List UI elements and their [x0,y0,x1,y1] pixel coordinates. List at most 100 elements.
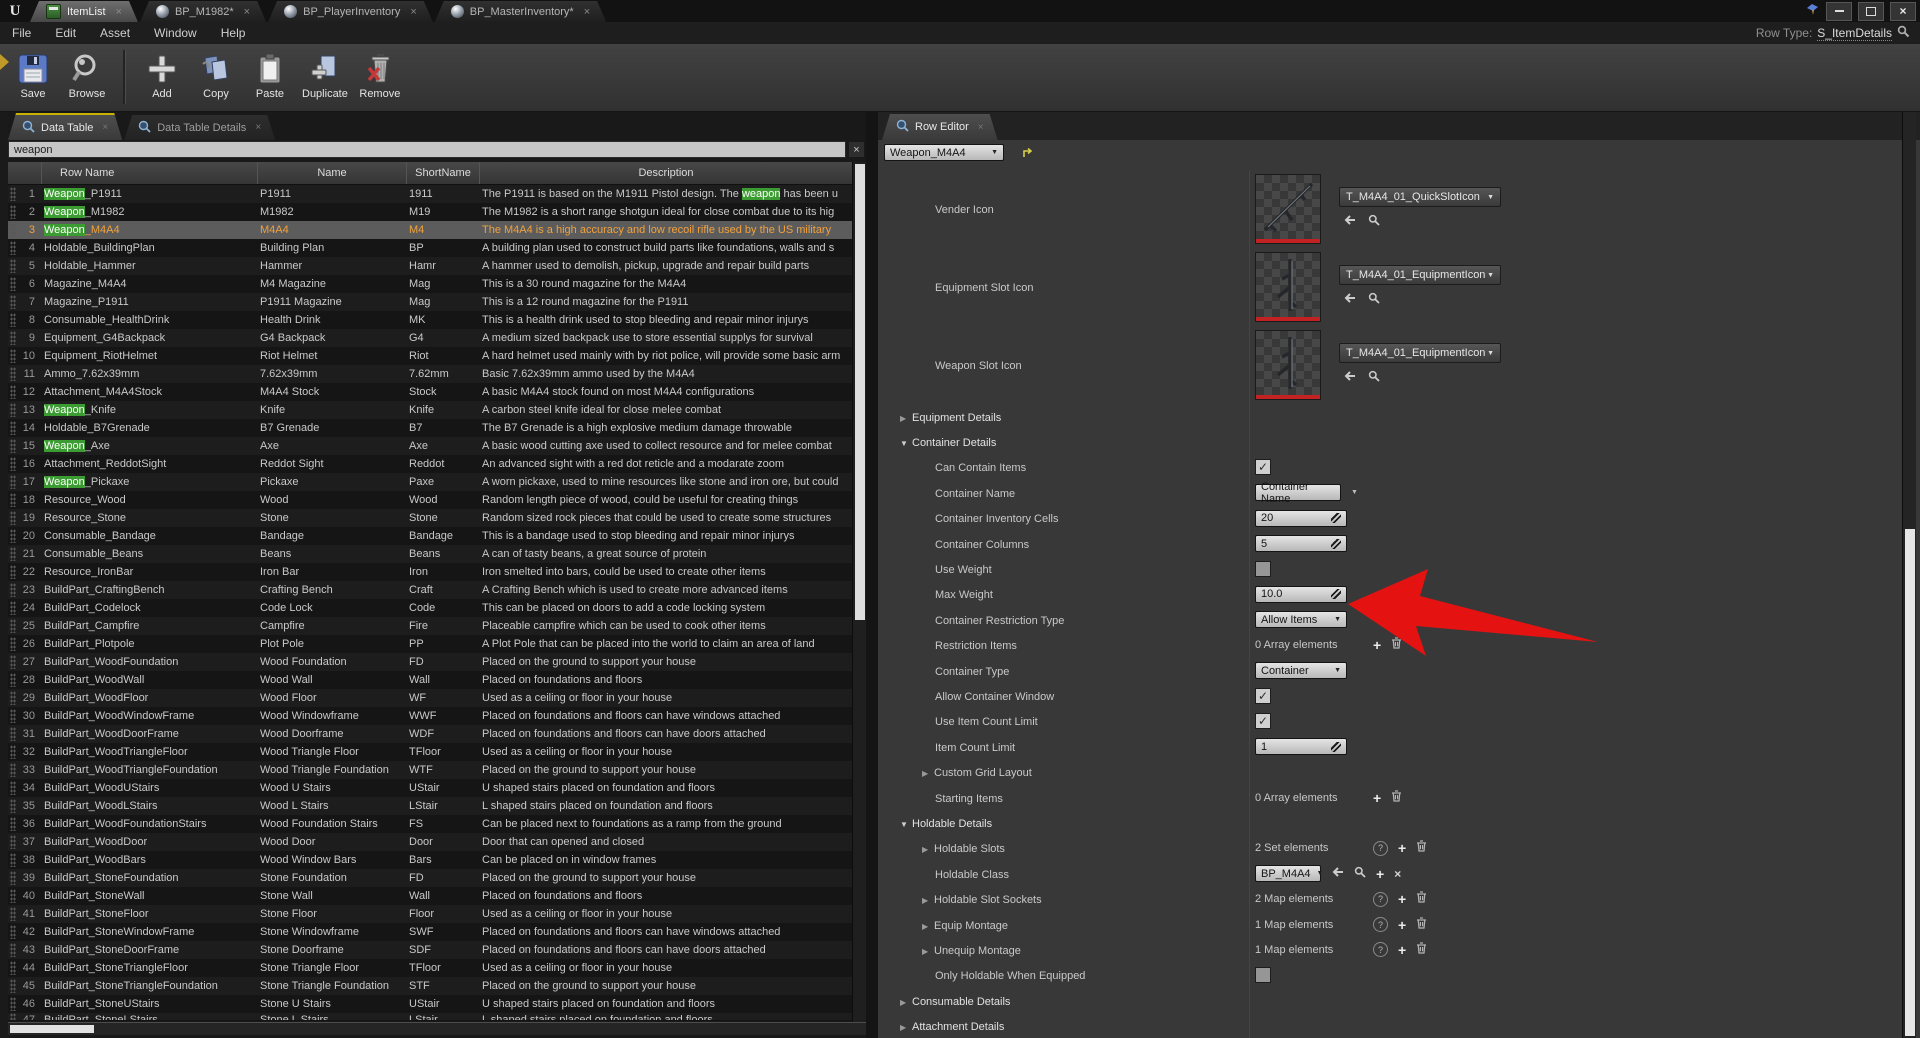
table-row[interactable]: 28BuildPart_WoodWallWood WallWallPlaced … [8,671,852,689]
property-row-container-inventory-cells[interactable]: Container Inventory Cells20 [878,506,1902,531]
scrollbar-thumb[interactable] [855,164,865,620]
table-row[interactable]: 26BuildPart_PlotpolePlot PolePPA Plot Po… [8,635,852,653]
property-row-unequip-montage[interactable]: ▶Unequip Montage1 Map elements?+ [878,937,1902,962]
table-row[interactable]: 32BuildPart_WoodTriangleFloorWood Triang… [8,743,852,761]
asset-thumbnail[interactable] [1255,174,1321,244]
menu-item-edit[interactable]: Edit [43,26,88,40]
duplicate-button[interactable]: Duplicate [302,50,348,104]
close-icon[interactable]: × [102,122,108,133]
table-row[interactable]: 12Attachment_M4A4StockM4A4 StockStockA b… [8,383,852,401]
delete-elements-icon[interactable] [1391,636,1402,654]
table-row[interactable]: 35BuildPart_WoodLStairsWood L StairsLSta… [8,797,852,815]
collapse-arrow-icon[interactable]: ▼ [900,820,912,829]
property-row-only-holdable-when-equipped[interactable]: Only Holdable When Equipped [878,963,1902,988]
delete-elements-icon[interactable] [1416,916,1427,934]
details-vertical-scrollbar[interactable] [1902,112,1916,1038]
table-row[interactable]: 25BuildPart_CampfireCampfireFirePlaceabl… [8,617,852,635]
table-row[interactable]: 3Weapon_M4A4M4A4M4The M4A4 is a high acc… [8,221,852,239]
table-row[interactable]: 43BuildPart_StoneDoorFrameStone Doorfram… [8,941,852,959]
close-icon[interactable]: × [116,6,122,18]
close-icon[interactable]: × [410,6,416,18]
property-row-holdable-details[interactable]: ▼Holdable Details [878,810,1902,835]
expand-arrow-icon[interactable]: ▶ [922,769,934,778]
add-element-icon[interactable]: + [1373,639,1381,651]
asset-dropdown[interactable]: T_M4A4_01_EquipmentIcon▼ [1339,343,1501,363]
menu-item-asset[interactable]: Asset [88,26,142,40]
use-selected-asset-icon[interactable] [1343,369,1356,387]
property-row-equipment-details[interactable]: ▶Equipment Details [878,404,1902,429]
property-row-container-columns[interactable]: Container Columns5 [878,531,1902,556]
add-button[interactable]: Add [140,50,184,104]
close-button[interactable]: × [1890,2,1916,21]
table-row[interactable]: 40BuildPart_StoneWallStone WallWallPlace… [8,887,852,905]
search-icon[interactable] [1897,25,1910,41]
add-element-icon[interactable]: + [1398,893,1406,905]
table-row[interactable]: 9Equipment_G4BackpackG4 BackpackG4A medi… [8,329,852,347]
paste-button[interactable]: Paste [248,50,292,104]
copy-button[interactable]: Copy [194,50,238,104]
add-element-icon[interactable]: + [1398,842,1406,854]
browse-to-asset-icon[interactable] [1368,213,1380,231]
column-header-row-name[interactable]: Row Name [42,162,258,184]
spin-drag-icon[interactable] [1331,539,1341,549]
tab-row-editor[interactable]: Row Editor × [882,114,998,140]
help-icon[interactable]: ? [1373,917,1388,932]
close-icon[interactable]: × [584,6,590,18]
column-header-description[interactable]: Description [480,162,852,184]
table-row[interactable]: 37BuildPart_WoodDoorWood DoorDoorDoor th… [8,833,852,851]
row-type-value[interactable]: S_ItemDetails [1817,26,1892,41]
table-row[interactable]: 14Holdable_B7GrenadeB7 GrenadeB7The B7 G… [8,419,852,437]
expand-arrow-icon[interactable]: ▶ [922,922,934,931]
property-row-use-item-count-limit[interactable]: Use Item Count Limit✓ [878,709,1902,734]
window-tab-bp-playerinventory[interactable]: BP_PlayerInventory× [268,1,433,22]
delete-elements-icon[interactable] [1416,890,1427,908]
search-clear-button[interactable]: × [849,142,864,157]
table-row[interactable]: 36BuildPart_WoodFoundationStairsWood Fou… [8,815,852,833]
expand-arrow-icon[interactable]: ▶ [900,414,912,423]
property-row-max-weight[interactable]: Max Weight10.0 [878,582,1902,607]
property-row-equip-montage[interactable]: ▶Equip Montage1 Map elements?+ [878,912,1902,937]
table-row[interactable]: 33BuildPart_WoodTriangleFoundationWood T… [8,761,852,779]
table-row[interactable]: 22Resource_IronBarIron BarIronIron smelt… [8,563,852,581]
collapse-arrow-icon[interactable]: ▼ [900,439,912,448]
add-element-icon[interactable]: + [1376,868,1384,880]
property-row-vender-icon[interactable]: Vender IconT_M4A4_01_QuickSlotIcon▼ [878,170,1902,248]
table-row[interactable]: 44BuildPart_StoneTriangleFloorStone Tria… [8,959,852,977]
property-row-use-weight[interactable]: Use Weight [878,556,1902,581]
property-row-consumable-details[interactable]: ▶Consumable Details [878,988,1902,1013]
menu-item-help[interactable]: Help [209,26,258,40]
add-element-icon[interactable]: + [1398,919,1406,931]
table-row[interactable]: 13Weapon_KnifeKnifeKnifeA carbon steel k… [8,401,852,419]
property-row-restriction-items[interactable]: Restriction Items0 Array elements+ [878,633,1902,658]
property-row-container-name[interactable]: Container NameContainer Name▼ [878,480,1902,505]
table-row[interactable]: 2Weapon_M1982M1982M19The M1982 is a shor… [8,203,852,221]
table-row[interactable]: 47BuildPart_StoneLStairsStone L StairsLS… [8,1013,852,1020]
search-input[interactable] [8,141,846,158]
property-row-equipment-slot-icon[interactable]: Equipment Slot IconT_M4A4_01_EquipmentIc… [878,248,1902,326]
spin-drag-icon[interactable] [1331,589,1341,599]
table-row[interactable]: 19Resource_StoneStoneStoneRandom sized r… [8,509,852,527]
column-header-name[interactable]: Name [258,162,407,184]
property-row-container-details[interactable]: ▼Container Details [878,429,1902,454]
property-row-holdable-slot-sockets[interactable]: ▶Holdable Slot Sockets2 Map elements?+ [878,886,1902,911]
checkbox[interactable]: ✓ [1255,713,1271,729]
help-icon[interactable]: ? [1373,841,1388,856]
add-element-icon[interactable]: + [1398,944,1406,956]
table-row[interactable]: 5Holdable_HammerHammerHamrA hammer used … [8,257,852,275]
table-row[interactable]: 31BuildPart_WoodDoorFrameWood DoorframeW… [8,725,852,743]
column-header-shortname[interactable]: ShortName [407,162,480,184]
table-vertical-scrollbar[interactable] [852,162,866,1022]
table-row[interactable]: 21Consumable_BeansBeansBeansA can of tas… [8,545,852,563]
property-row-custom-grid-layout[interactable]: ▶Custom Grid Layout [878,759,1902,784]
expand-arrow-icon[interactable]: ▶ [900,1023,912,1032]
add-element-icon[interactable]: + [1373,792,1381,804]
table-row[interactable]: 11Ammo_7.62x39mm7.62x39mm7.62mmBasic 7.6… [8,365,852,383]
table-row[interactable]: 4Holdable_BuildingPlanBuilding PlanBPA b… [8,239,852,257]
close-icon[interactable]: × [978,122,984,133]
property-row-holdable-slots[interactable]: ▶Holdable Slots2 Set elements?+ [878,836,1902,861]
browse-button[interactable]: Browse [65,50,109,104]
spin-drag-icon[interactable] [1331,513,1341,523]
table-row[interactable]: 27BuildPart_WoodFoundationWood Foundatio… [8,653,852,671]
asset-dropdown[interactable]: T_M4A4_01_QuickSlotIcon▼ [1339,187,1501,207]
expand-arrow-icon[interactable]: ▶ [922,947,934,956]
